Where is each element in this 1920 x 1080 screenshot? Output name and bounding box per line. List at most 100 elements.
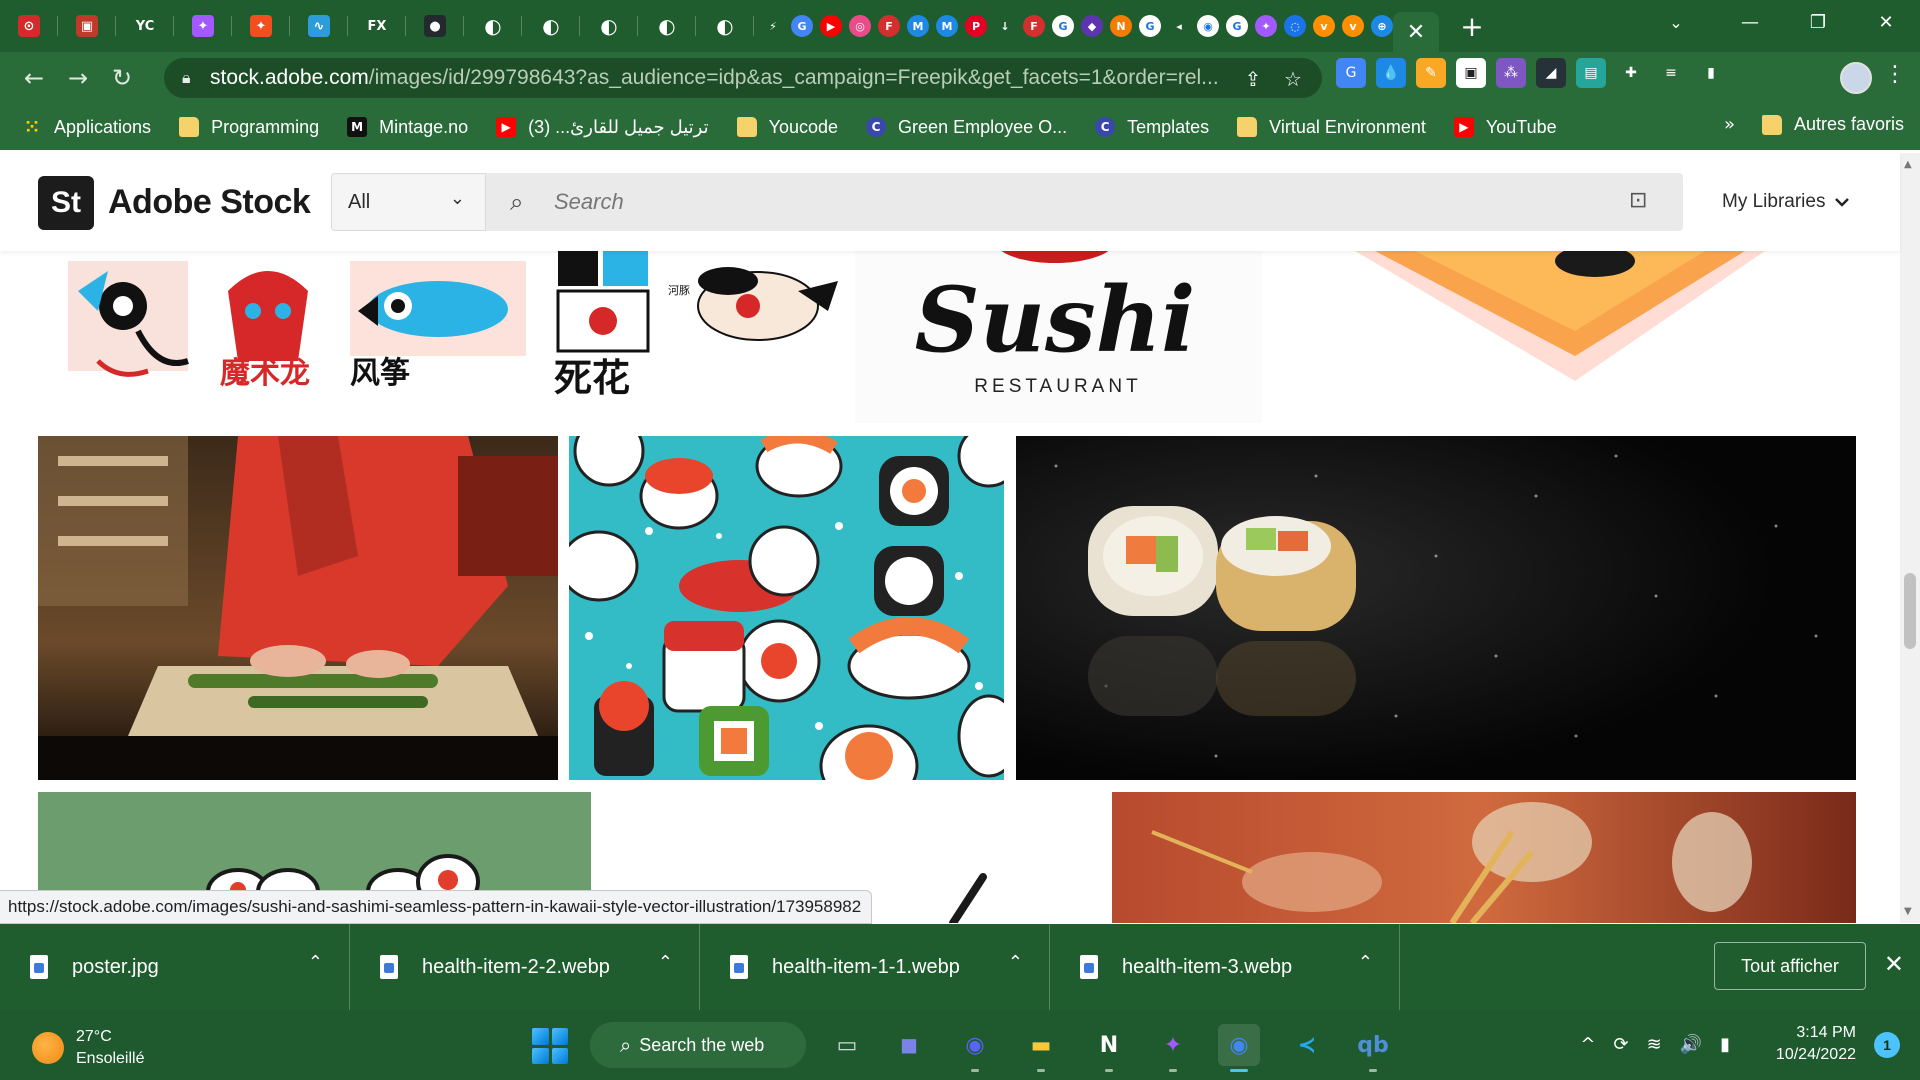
discord-icon[interactable]: ◉	[954, 1024, 996, 1072]
pinterest-icon[interactable]: P	[965, 15, 987, 37]
page-scrollbar[interactable]: ▲ ▼	[1900, 153, 1920, 923]
pinned-tab[interactable]: ●	[406, 0, 464, 52]
v-icon[interactable]: v	[1313, 15, 1335, 37]
bookmark-item[interactable]: C Green Employee O...	[866, 117, 1067, 138]
scroll-up-icon[interactable]: ▲	[1904, 159, 1912, 170]
download-item[interactable]: health-item-1-1.webp ⌃	[700, 924, 1050, 1010]
share-icon[interactable]: ⇪	[1240, 66, 1266, 92]
bookmark-item[interactable]: ▶ ترتيل جميل للقارئ... (3)	[496, 117, 709, 138]
qbittorrent-icon[interactable]: qb	[1352, 1024, 1394, 1072]
other-bookmarks[interactable]: Autres favoris	[1761, 114, 1904, 135]
sound-icon[interactable]: ◂	[1168, 15, 1190, 37]
thumbnail-sushi-board[interactable]	[1275, 251, 1856, 423]
clock[interactable]: 3:14 PM 10/24/2022	[1776, 1022, 1856, 1066]
chrome-icon[interactable]: ◉	[1218, 1024, 1260, 1072]
back-button[interactable]: ←	[12, 56, 56, 100]
visual-search-icon[interactable]: ⊡	[1629, 188, 1657, 216]
chevron-up-icon[interactable]: ⌃	[658, 952, 673, 973]
wifi-icon[interactable]: ≋	[1647, 1034, 1662, 1055]
bookmark-item[interactable]: Virtual Environment	[1237, 117, 1426, 138]
google-icon[interactable]: G	[1226, 15, 1248, 37]
translate-icon[interactable]: G	[791, 15, 813, 37]
google-icon[interactable]: G	[1052, 15, 1074, 37]
active-tab[interactable]: ✕	[1393, 12, 1439, 52]
new-tab-button[interactable]: +	[1449, 6, 1495, 46]
bookmark-item[interactable]: Programming	[179, 117, 319, 138]
minimize-button[interactable]: —	[1716, 0, 1784, 44]
teams-chat-icon[interactable]: ◼	[888, 1024, 930, 1066]
bookmark-item[interactable]: C Templates	[1095, 117, 1209, 138]
volume-icon[interactable]: 🔊	[1680, 1034, 1702, 1055]
puzzle-icon[interactable]: ✚	[1616, 58, 1646, 88]
bookmark-item[interactable]: ▶ YouTube	[1453, 117, 1557, 138]
pinned-tab[interactable]: YC	[116, 0, 174, 52]
edit-ext-icon[interactable]: ✎	[1416, 58, 1446, 88]
lightning-icon[interactable]: ⚡	[762, 15, 784, 37]
thumbnail-sushi-rolls-dark[interactable]	[1016, 436, 1856, 780]
notification-badge[interactable]: 1	[1874, 1032, 1900, 1058]
show-all-downloads-button[interactable]: Tout afficher	[1714, 942, 1866, 990]
google-icon[interactable]: G	[1139, 15, 1161, 37]
chevron-up-icon[interactable]: ⌃	[1008, 952, 1023, 973]
adobe-stock-logo[interactable]: St	[38, 176, 94, 230]
pinned-tab[interactable]: ◐	[638, 0, 696, 52]
grid-ext-icon[interactable]: ⁂	[1496, 58, 1526, 88]
close-window-button[interactable]: ✕	[1852, 0, 1920, 44]
thumbnail-japanese-illustrations[interactable]: 魔术龙 风筝 死花 河豚	[38, 251, 843, 423]
windows-start-icon[interactable]	[532, 1028, 568, 1064]
battery-icon[interactable]: ▮	[1720, 1034, 1730, 1055]
download-item[interactable]: poster.jpg ⌃	[0, 924, 350, 1010]
download-item[interactable]: health-item-3.webp ⌃	[1050, 924, 1400, 1010]
thumbnail-sushi-chef[interactable]	[38, 436, 558, 780]
bookmark-item[interactable]: M Mintage.no	[347, 117, 468, 138]
pinned-tab[interactable]: ⊙	[0, 0, 58, 52]
pinned-tab[interactable]: ∿	[290, 0, 348, 52]
notion-icon[interactable]: N	[1088, 1024, 1130, 1072]
close-tab-icon[interactable]: ✕	[1407, 20, 1425, 45]
pinned-tab[interactable]: FX	[348, 0, 406, 52]
restore-button[interactable]: ❐	[1784, 0, 1852, 44]
lock-icon[interactable]: 🔒︎	[182, 68, 204, 88]
pinned-tab[interactable]: ◐	[464, 0, 522, 52]
radio-ext-icon[interactable]: ▤	[1576, 58, 1606, 88]
address-bar[interactable]: 🔒︎ stock.adobe.com/images/id/299798643?a…	[164, 58, 1322, 98]
mw-icon[interactable]: M	[936, 15, 958, 37]
reload-button[interactable]: ↻	[100, 56, 144, 100]
pinned-tab[interactable]: ✦	[174, 0, 232, 52]
download-item[interactable]: health-item-2-2.webp ⌃	[350, 924, 700, 1010]
sync-icon[interactable]: ⟳	[1613, 1034, 1628, 1055]
figma-icon[interactable]: ✦	[1152, 1024, 1194, 1072]
close-downloads-icon[interactable]: ✕	[1884, 950, 1904, 978]
tab-search-icon[interactable]: ⌄	[1656, 8, 1696, 36]
bookmarks-overflow-icon[interactable]: »	[1724, 114, 1735, 135]
bookmark-star-icon[interactable]: ☆	[1280, 66, 1306, 92]
sidepanel-icon[interactable]: ▮	[1696, 58, 1726, 88]
f-icon[interactable]: F	[1023, 15, 1045, 37]
vscode-icon[interactable]: ≺	[1286, 1024, 1328, 1066]
thumbnail-dinner-wine[interactable]	[1112, 792, 1856, 923]
url-text[interactable]: stock.adobe.com/images/id/299798643?as_a…	[210, 66, 1230, 90]
translate-ext-icon[interactable]: G	[1336, 58, 1366, 88]
chevron-up-icon[interactable]: ⌃	[1358, 952, 1373, 973]
pinned-tab[interactable]: ▣	[58, 0, 116, 52]
task-view-icon[interactable]: ▭	[826, 1024, 868, 1066]
globe-icon[interactable]: ⊕	[1371, 15, 1393, 37]
dribbble-icon[interactable]: ◎	[849, 15, 871, 37]
thumbnail-sushi-logo[interactable]: Sushi RESTAURANT	[855, 251, 1262, 423]
pinned-tab[interactable]: ◐	[580, 0, 638, 52]
scrollbar-thumb[interactable]	[1904, 573, 1916, 649]
ring-icon[interactable]: ◌	[1284, 15, 1306, 37]
drop-ext-icon[interactable]: 💧	[1376, 58, 1406, 88]
media-icon[interactable]: ≡	[1656, 58, 1686, 88]
browser-menu-icon[interactable]: ⋮	[1884, 62, 1906, 87]
pinned-tab[interactable]: ◐	[696, 0, 754, 52]
scroll-down-icon[interactable]: ▼	[1904, 906, 1912, 917]
pinned-tab[interactable]: ◐	[522, 0, 580, 52]
youtube-icon[interactable]: ▶	[820, 15, 842, 37]
my-libraries-button[interactable]: My Libraries	[1722, 191, 1850, 213]
bookmark-item[interactable]: ⁙ Applications	[22, 117, 151, 138]
asset-type-select[interactable]: All ⌄	[331, 173, 486, 231]
dark-ext-icon[interactable]: ◢	[1536, 58, 1566, 88]
weather-widget[interactable]: 27°C Ensoleillé	[32, 1026, 144, 1070]
v-icon[interactable]: v	[1342, 15, 1364, 37]
